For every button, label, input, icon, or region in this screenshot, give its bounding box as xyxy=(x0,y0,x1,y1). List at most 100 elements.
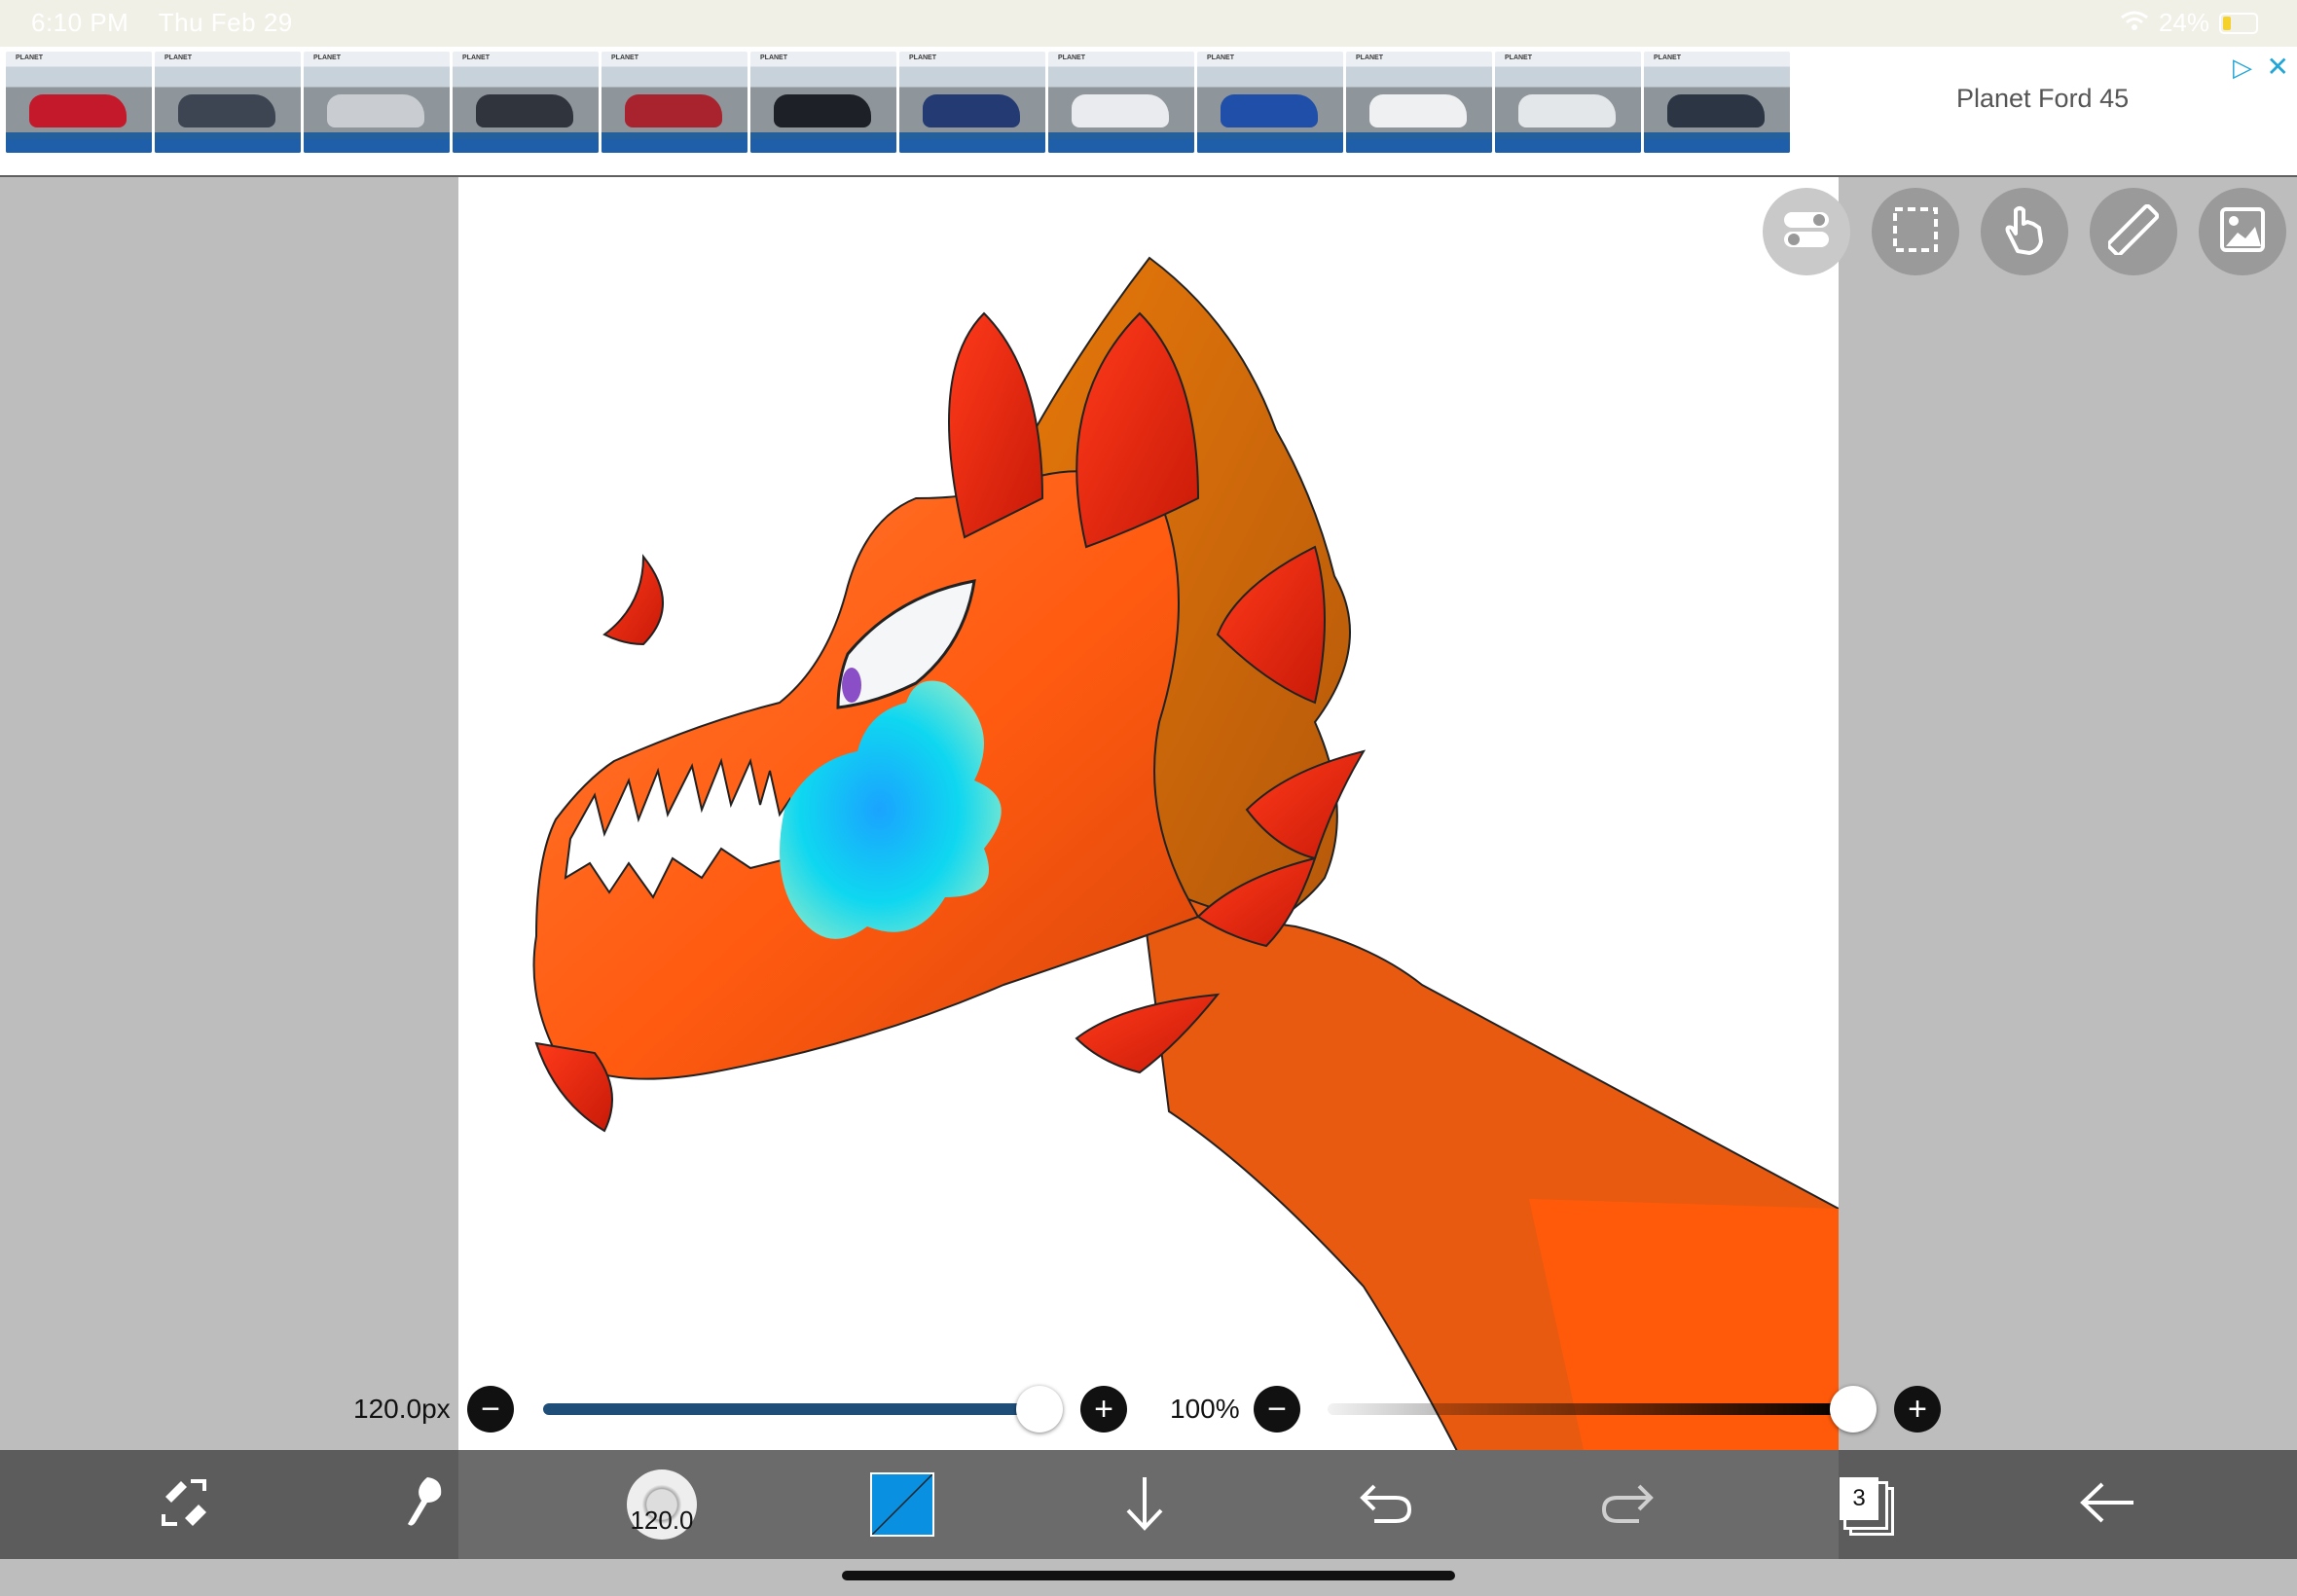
ad-thumbnail[interactable]: PLANET xyxy=(304,52,450,153)
arrow-down-icon xyxy=(1120,1473,1169,1537)
ruler-button[interactable] xyxy=(2090,188,2177,275)
car-image xyxy=(923,94,1020,127)
layers-icon: 3 xyxy=(1840,1477,1894,1536)
ad-thumbnail-strip-bar xyxy=(602,139,747,153)
ad-thumbnail[interactable]: PLANET xyxy=(602,52,747,153)
brush-size-label: 120.0px xyxy=(353,1394,451,1424)
status-time: 6:10 PM xyxy=(31,8,129,37)
ad-thumbnail[interactable]: PLANET xyxy=(750,52,896,153)
ad-thumbnail-brand: PLANET xyxy=(164,54,192,61)
plus-icon: + xyxy=(1094,1391,1113,1428)
ad-thumbnail[interactable]: PLANET xyxy=(1495,52,1641,153)
hand-tool-button[interactable] xyxy=(1981,188,2068,275)
ad-thumbnail-brand: PLANET xyxy=(611,54,638,61)
minus-icon: − xyxy=(1267,1391,1287,1428)
status-bar: 6:10 PM Thu Feb 29 24% xyxy=(0,0,2297,47)
ad-thumbnail[interactable]: PLANET xyxy=(6,52,152,153)
brush-slider-row: 120.0px − + 100% − + xyxy=(0,1372,2297,1440)
dragon-artwork xyxy=(532,256,1839,1557)
back-button[interactable] xyxy=(2067,1464,2149,1545)
battery-percent: 24% xyxy=(2158,8,2209,37)
ad-thumbnail-strip[interactable]: PLANET PLANET PLANET PLANET PLANET PLANET PLAN… xyxy=(6,52,1790,153)
ad-thumbnail-strip-bar xyxy=(1346,139,1492,153)
undo-icon xyxy=(1359,1478,1413,1532)
undo-button[interactable] xyxy=(1345,1464,1427,1545)
color-swatch-icon xyxy=(870,1472,934,1537)
ad-thumbnail[interactable]: PLANET xyxy=(453,52,599,153)
ad-thumbnail-brand: PLANET xyxy=(462,54,490,61)
material-icon xyxy=(2218,205,2267,259)
ad-close-icon[interactable]: ✕ xyxy=(2267,51,2289,83)
opacity-increase-button[interactable]: + xyxy=(1894,1386,1941,1433)
ad-thumbnail-strip-bar xyxy=(1197,139,1343,153)
status-time-date: 6:10 PM Thu Feb 29 xyxy=(31,8,293,38)
brush-preview-icon: 120.0 xyxy=(627,1469,697,1540)
ad-thumbnail-strip-bar xyxy=(155,139,301,153)
ad-thumbnail[interactable]: PLANET xyxy=(1048,52,1194,153)
opacity-decrease-button[interactable]: − xyxy=(1254,1386,1300,1433)
plus-icon: + xyxy=(1908,1391,1927,1428)
car-image xyxy=(1072,94,1169,127)
toggle-panel-icon xyxy=(1782,208,1831,256)
brush-picker-button[interactable] xyxy=(382,1464,463,1545)
pen-eraser-switch-icon xyxy=(156,1473,214,1537)
layers-button[interactable]: 3 xyxy=(1826,1464,1908,1545)
ad-thumbnail-brand: PLANET xyxy=(760,54,787,61)
brush-opacity-slider[interactable] xyxy=(1328,1403,1853,1415)
redo-icon xyxy=(1600,1478,1655,1532)
brush-size-slider[interactable] xyxy=(543,1403,1039,1415)
brush-opacity-slider-thumb[interactable] xyxy=(1830,1386,1877,1433)
car-image xyxy=(1221,94,1318,127)
size-decrease-button[interactable]: − xyxy=(467,1386,514,1433)
ad-thumbnail[interactable]: PLANET xyxy=(155,52,301,153)
ad-thumbnail-strip-bar xyxy=(899,139,1045,153)
ad-thumbnail-brand: PLANET xyxy=(1058,54,1085,61)
ad-thumbnail-brand: PLANET xyxy=(1505,54,1532,61)
wifi-icon xyxy=(2120,8,2149,38)
car-image xyxy=(1369,94,1467,127)
ad-thumbnail-brand: PLANET xyxy=(313,54,341,61)
ad-thumbnail[interactable]: PLANET xyxy=(899,52,1045,153)
battery-icon xyxy=(2219,12,2258,34)
color-picker-button[interactable] xyxy=(861,1464,943,1545)
brush-icon xyxy=(398,1473,447,1537)
ad-thumbnail-brand: PLANET xyxy=(909,54,936,61)
material-button[interactable] xyxy=(2199,188,2286,275)
ad-thumbnail-brand: PLANET xyxy=(16,54,43,61)
download-button[interactable] xyxy=(1104,1464,1185,1545)
brush-size-slider-thumb[interactable] xyxy=(1016,1386,1063,1433)
ad-thumbnail-strip-bar xyxy=(750,139,896,153)
selection-button[interactable] xyxy=(1872,188,1959,275)
ad-thumbnail-strip-bar xyxy=(1495,139,1641,153)
ad-banner[interactable]: PLANET PLANET PLANET PLANET PLANET PLANET PLAN… xyxy=(0,47,2297,177)
ad-thumbnail-strip-bar xyxy=(1644,139,1790,153)
brush-size-button[interactable]: 120.0 xyxy=(621,1464,703,1545)
ad-thumbnail-strip-bar xyxy=(1048,139,1194,153)
home-indicator[interactable] xyxy=(842,1571,1455,1580)
car-image xyxy=(327,94,424,127)
ad-title[interactable]: Planet Ford 45 xyxy=(1956,84,2129,114)
layers-count: 3 xyxy=(1840,1477,1878,1520)
minus-icon: − xyxy=(481,1391,500,1428)
ad-thumbnail-strip-bar xyxy=(6,139,152,153)
ad-thumbnail-strip-bar xyxy=(304,139,450,153)
selection-icon xyxy=(1891,205,1940,259)
tool-switch-button[interactable] xyxy=(144,1464,226,1545)
brush-opacity-label: 100% xyxy=(1170,1394,1240,1424)
ad-thumbnail[interactable]: PLANET xyxy=(1197,52,1343,153)
toggle-panel-button[interactable] xyxy=(1763,188,1850,275)
car-image xyxy=(1667,94,1765,127)
car-image xyxy=(476,94,573,127)
ad-choices-icon[interactable]: ▷ xyxy=(2233,53,2252,83)
ad-thumbnail[interactable]: PLANET xyxy=(1644,52,1790,153)
car-image xyxy=(29,94,127,127)
ad-thumbnail[interactable]: PLANET xyxy=(1346,52,1492,153)
drawing-canvas[interactable] xyxy=(458,177,1839,1557)
hand-tool-icon xyxy=(2000,202,2049,262)
car-image xyxy=(625,94,722,127)
status-date: Thu Feb 29 xyxy=(158,8,293,37)
status-right: 24% xyxy=(2120,8,2258,38)
redo-button[interactable] xyxy=(1586,1464,1668,1545)
size-increase-button[interactable]: + xyxy=(1080,1386,1127,1433)
arrow-left-icon xyxy=(2079,1478,2137,1532)
